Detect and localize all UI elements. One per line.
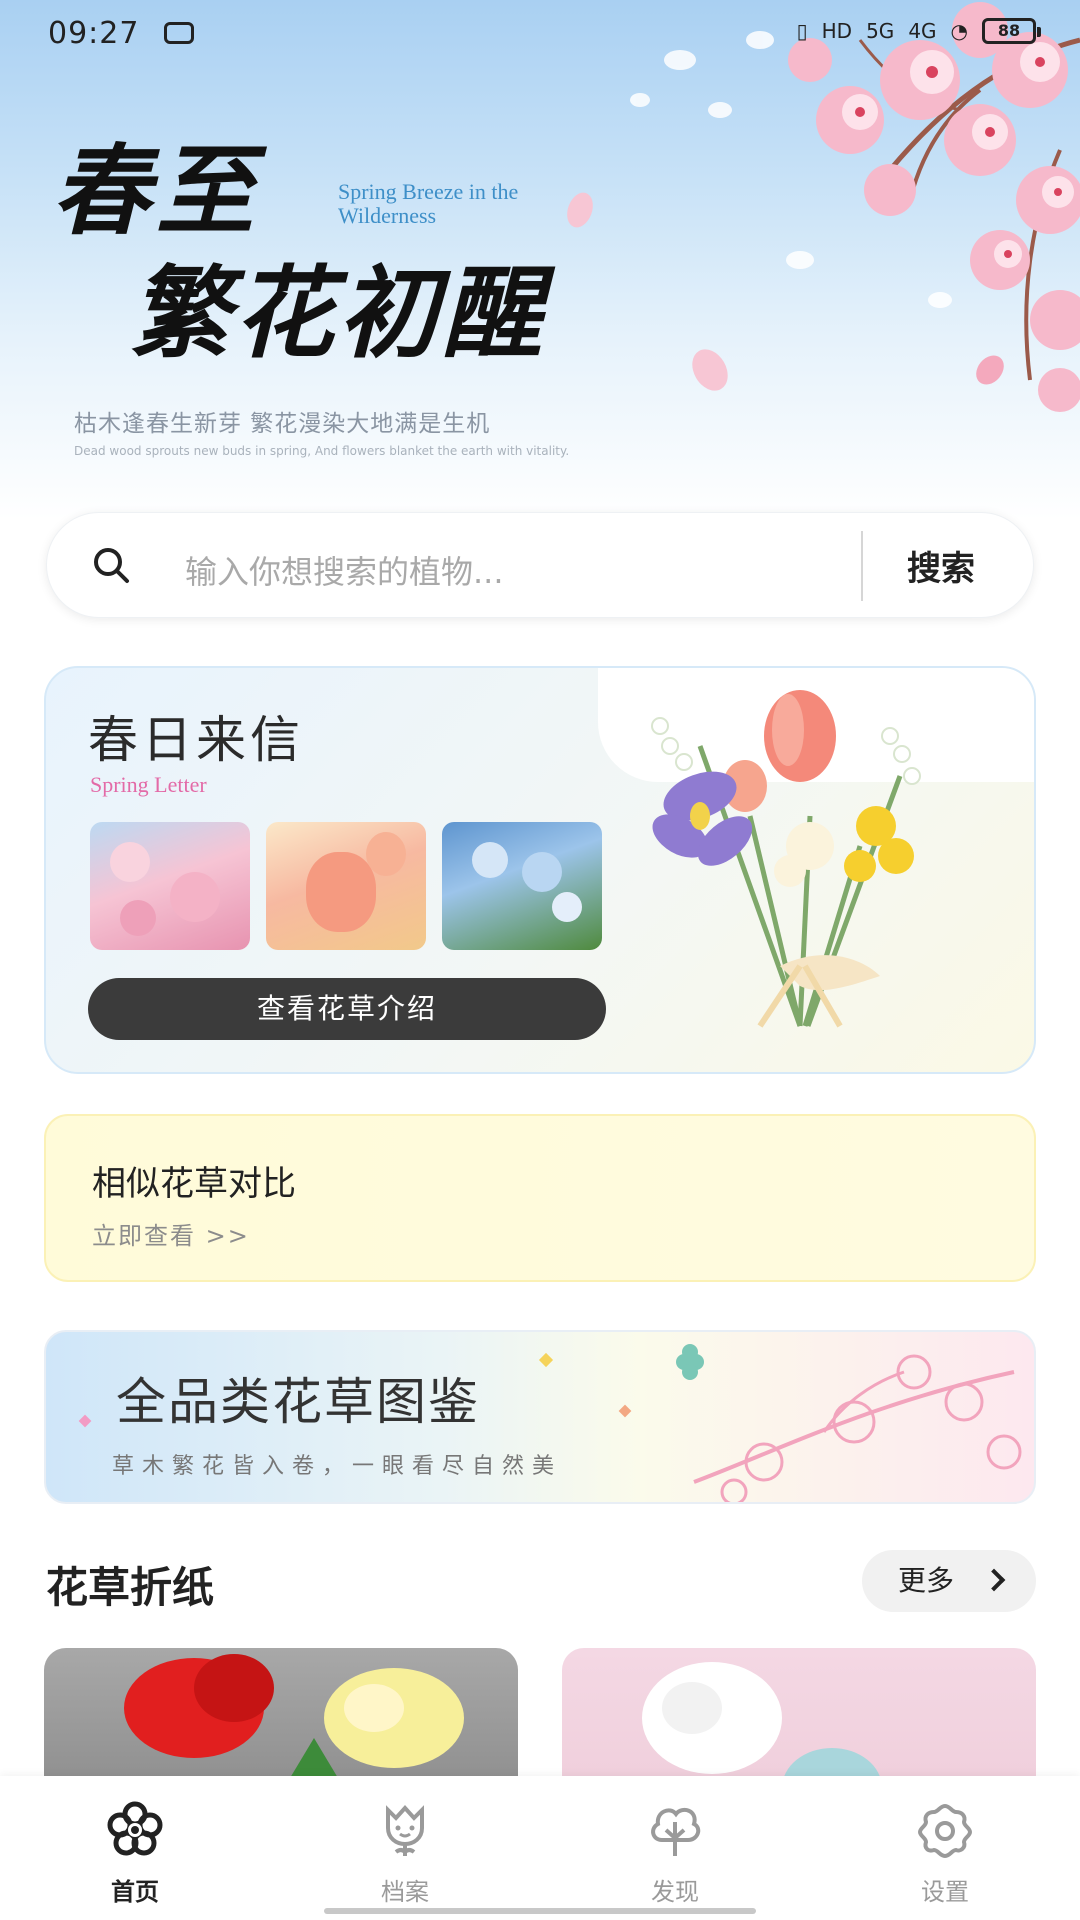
origami-section-title: 花草折纸 [46,1563,215,1612]
search-divider [861,531,863,601]
hero-english-title-text: Spring Breeze in the Wilderness [338,179,519,228]
hero-title-line2: 繁花初醒 [130,254,546,372]
flower-icon [107,1801,163,1856]
view-plant-intro-button[interactable]: 查看花草介绍 [88,978,606,1040]
bouquet-illustration [651,690,921,1028]
thumbnail-cherry-blossom[interactable] [90,822,250,950]
chevron-right-icon [982,1568,1006,1592]
tulip-icon [386,1805,424,1856]
blossom-branch-decoration [676,1344,1022,1502]
hero-english-title: Spring Breeze in the Wilderness [338,180,528,228]
notification-app-icon [164,22,194,44]
battery-icon: 88 [982,18,1041,44]
hero-subtitle-cn: 枯木逢春生新芽 繁花漫染大地满是生机 [74,411,491,437]
tab-discover[interactable]: 发现 [540,1776,810,1920]
tab-archive-label: 档案 [381,1878,429,1906]
status-time: 09:27 [48,16,140,51]
origami-card-flowers[interactable] [44,1648,518,1788]
catalog-title: 全品类花草图鉴 [116,1373,480,1431]
spring-letter-title: 春日来信 [88,711,304,769]
5g-signal-label: 5G [866,19,895,43]
vibrate-icon: ▯ [796,19,808,43]
tab-home-label: 首页 [111,1878,159,1906]
origami-flowers-image [124,1654,464,1788]
spring-letter-subtitle: Spring Letter [90,772,207,797]
origami-white-flower-image [642,1662,882,1788]
thumbnail-blue-flowers[interactable] [442,822,602,950]
wifi-icon: ◔ [950,19,968,43]
similar-plants-compare-card[interactable]: 相似花草对比 立即查看 >> [44,1114,1036,1282]
home-indicator[interactable] [324,1908,756,1914]
tab-home[interactable]: 首页 [0,1776,270,1920]
more-button[interactable]: 更多 [862,1550,1036,1612]
bottom-tab-bar: 首页 档案 发现 设置 [0,1776,1080,1920]
hd-label: HD [821,19,853,43]
hero-banner: 09:27 ▯ HD 5G 4G ◔ 88 春至 Spring Breeze i… [0,0,1080,520]
4g-signal-label: 4G [908,19,937,43]
compare-view-now-link[interactable]: 立即查看 >> [92,1216,250,1251]
tab-settings-label: 设置 [921,1878,969,1906]
status-bar: 09:27 ▯ HD 5G 4G ◔ 88 [0,0,1080,70]
search-button[interactable]: 搜索 [907,541,975,590]
sparkle-icon [538,1352,554,1368]
sparkle-icon [78,1414,92,1428]
compare-title: 相似花草对比 [92,1164,296,1204]
origami-card-white-flower[interactable] [562,1648,1036,1788]
tab-discover-label: 发现 [651,1878,699,1906]
tree-icon [651,1807,701,1856]
catalog-subtitle: 草木繁花皆入卷，一眼看尽自然美 [112,1454,563,1479]
search-input[interactable]: 输入你想搜索的植物... [185,547,504,593]
plant-catalog-banner[interactable]: 全品类花草图鉴 草木繁花皆入卷，一眼看尽自然美 [44,1330,1036,1504]
hero-subtitle-en: Dead wood sprouts new buds in spring, An… [74,444,570,458]
thumbnail-tulip[interactable] [266,822,426,950]
tab-archive[interactable]: 档案 [270,1776,540,1920]
gear-icon [917,1803,973,1858]
search-icon [94,548,129,583]
search-bar[interactable]: 输入你想搜索的植物... 搜索 [46,512,1034,618]
more-button-label: 更多 [898,1564,955,1597]
tab-settings[interactable]: 设置 [810,1776,1080,1920]
status-indicators: ▯ HD 5G 4G ◔ 88 [796,18,1041,44]
sparkle-icon [618,1404,632,1418]
